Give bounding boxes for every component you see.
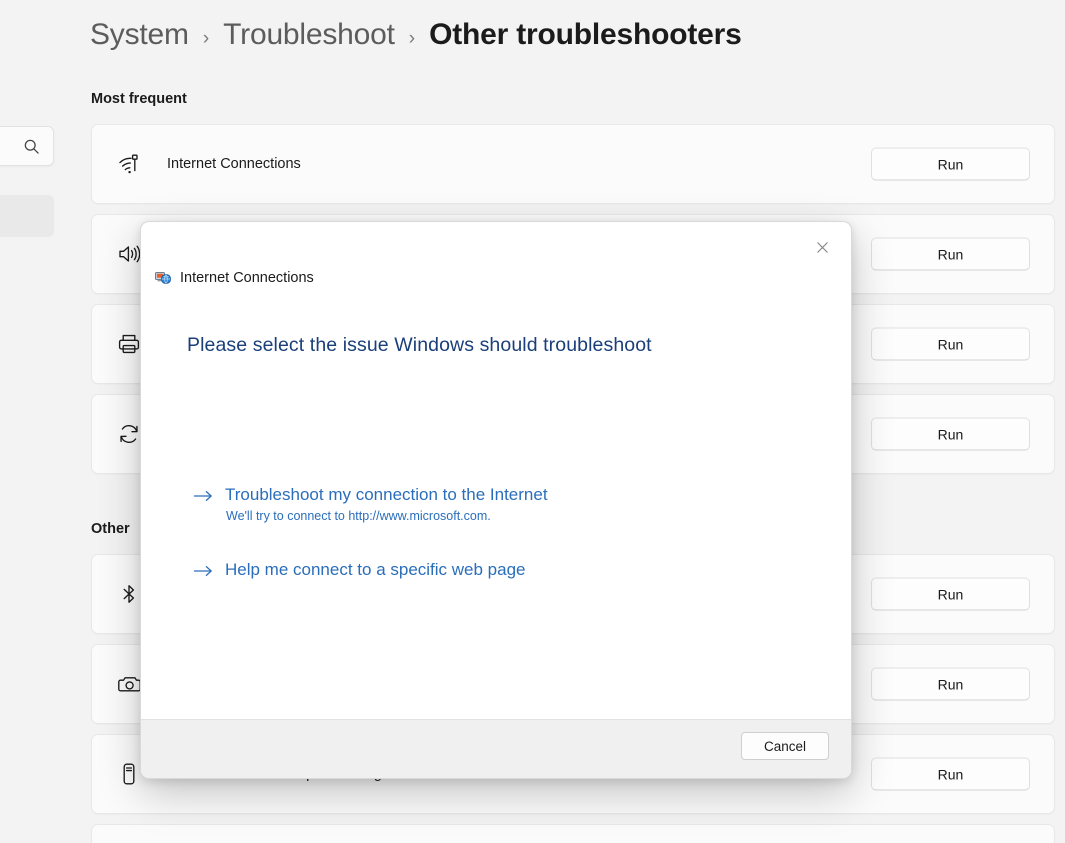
run-button[interactable]: Run [871,328,1030,361]
device-icon [116,761,142,787]
sidebar-item-selected[interactable] [0,195,54,237]
search-box[interactable] [0,126,54,166]
table-row[interactable]: Internet Connections Run [91,124,1055,204]
dialog-footer: Cancel [141,719,851,778]
row-label: Internet Connections [167,156,301,172]
run-button[interactable]: Run [871,578,1030,611]
option-subtitle: We'll try to connect to http://www.micro… [225,509,548,523]
run-button[interactable]: Run [871,238,1030,271]
arrow-right-icon [193,559,214,582]
breadcrumb: System › Troubleshoot › Other troublesho… [90,18,742,52]
dialog-title: Internet Connections [180,270,314,286]
option-help-specific-web-page[interactable]: Help me connect to a specific web page [193,559,526,582]
table-row[interactable] [91,824,1055,843]
breadcrumb-item-current: Other troubleshooters [429,18,742,52]
cancel-button[interactable]: Cancel [741,732,829,760]
wifi-icon [116,151,142,177]
printer-icon [116,331,142,357]
settings-window: System › Troubleshoot › Other troublesho… [0,0,1065,843]
camera-icon [116,671,142,697]
run-button[interactable]: Run [871,148,1030,181]
speaker-icon [116,241,142,267]
run-button[interactable]: Run [871,668,1030,701]
bluetooth-icon [116,581,142,607]
network-globe-icon [155,270,171,286]
run-button[interactable]: Run [871,758,1030,791]
close-icon[interactable] [801,228,843,266]
option-title: Help me connect to a specific web page [225,560,526,579]
breadcrumb-item-system[interactable]: System [90,18,189,52]
run-button[interactable]: Run [871,418,1030,451]
chevron-right-icon: › [203,28,209,50]
section-heading-most-frequent: Most frequent [91,91,187,107]
dialog-titlebar: Internet Connections [155,270,314,286]
option-title: Troubleshoot my connection to the Intern… [225,485,548,504]
arrow-right-icon [193,484,214,523]
update-icon [116,421,142,447]
chevron-right-icon: › [409,28,415,50]
troubleshooter-dialog: Internet Connections Please select the i… [140,221,852,779]
search-icon [23,138,40,155]
section-heading-other: Other [91,521,130,537]
option-troubleshoot-internet[interactable]: Troubleshoot my connection to the Intern… [193,484,548,523]
breadcrumb-item-troubleshoot[interactable]: Troubleshoot [223,18,395,52]
sidebar-rail [0,0,90,843]
dialog-heading: Please select the issue Windows should t… [187,334,652,357]
